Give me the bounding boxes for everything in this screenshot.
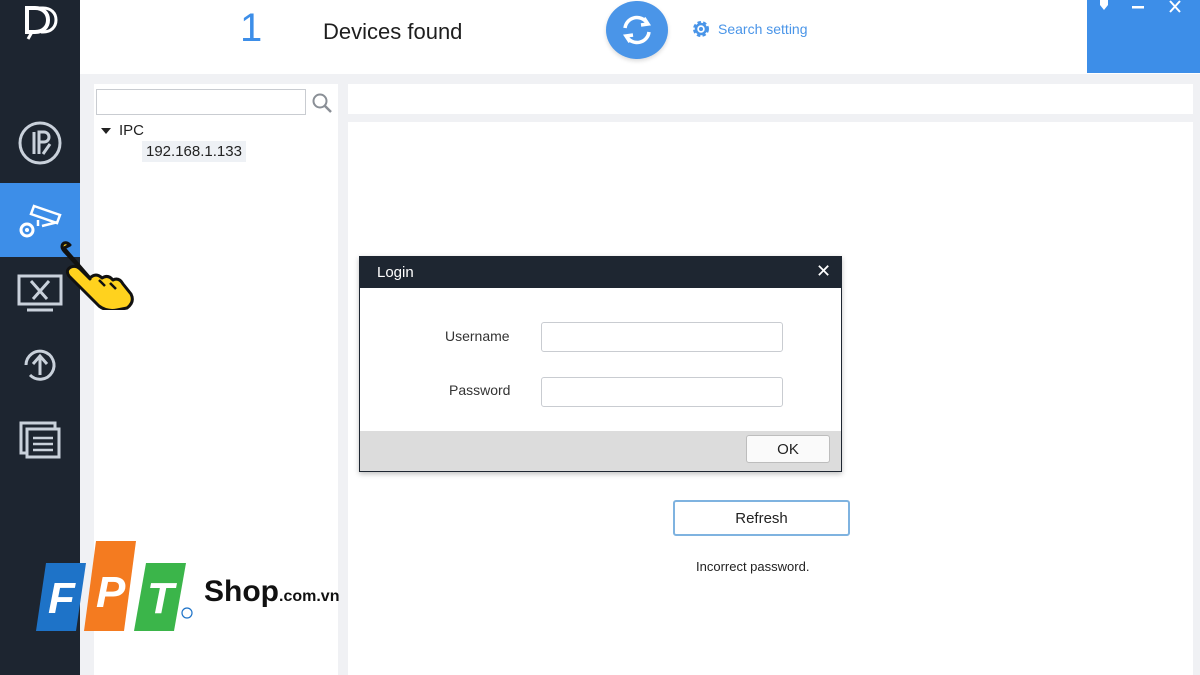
login-close-button[interactable]: ✕ [816, 261, 831, 281]
login-title: Login [377, 264, 414, 281]
close-window-button[interactable] [1165, 0, 1185, 14]
caret-down-icon[interactable] [101, 127, 111, 134]
tree-node-label: IPC [119, 122, 145, 139]
username-input[interactable] [541, 322, 783, 352]
pointer-hand-icon [60, 241, 134, 310]
password-input[interactable] [541, 377, 783, 407]
system-settings-icon [17, 274, 63, 312]
device-search-input[interactable] [96, 89, 306, 115]
tree-node-device[interactable]: 192.168.1.133 [142, 141, 246, 162]
documents-icon [19, 421, 61, 459]
ip-config-icon [18, 121, 62, 165]
header-bar: 1 Devices found Search setting [80, 0, 1200, 74]
refresh-search-button[interactable] [606, 1, 668, 59]
login-footer: OK [360, 431, 841, 471]
fpt-logo: F P T [36, 541, 193, 631]
upgrade-icon [24, 349, 56, 381]
refresh-button[interactable]: Refresh [673, 500, 850, 536]
password-label: Password [449, 382, 511, 398]
nav-ip-config[interactable] [0, 106, 80, 180]
minimize-button[interactable] [1128, 0, 1148, 14]
device-count: 1 [240, 6, 263, 50]
search-setting-label: Search setting [718, 21, 808, 37]
pin-icon[interactable] [1094, 0, 1114, 14]
shop-brand: Shop.com.vn [204, 575, 339, 609]
login-title-bar: Login ✕ [360, 257, 841, 288]
window-controls [1087, 0, 1200, 73]
minimize-icon [1132, 6, 1144, 9]
close-icon [1169, 0, 1181, 13]
username-label: Username [445, 328, 510, 344]
gear-icon [693, 21, 709, 37]
search-setting-button[interactable]: Search setting [690, 18, 808, 40]
tree-node-ipc[interactable]: IPC [101, 122, 144, 139]
status-message: Incorrect password. [696, 559, 810, 574]
search-icon[interactable] [311, 92, 333, 114]
nav-upgrade[interactable] [0, 328, 80, 402]
main-toolbar [348, 84, 1193, 114]
fpt-letter-f: F [48, 574, 76, 623]
devices-found-label: Devices found [323, 19, 463, 44]
fpt-letter-p: P [96, 568, 126, 617]
device-config-icon [19, 204, 62, 238]
nav-documents[interactable] [0, 402, 80, 476]
refresh-icon [623, 15, 651, 45]
ok-button[interactable]: OK [746, 435, 830, 463]
app-logo-icon [25, 6, 58, 40]
fpt-letter-t: T [147, 574, 177, 623]
shop-label: Shop [204, 575, 279, 608]
login-dialog: Login ✕ Username Password OK [359, 256, 842, 472]
domain-suffix: .com.vn [279, 588, 340, 605]
